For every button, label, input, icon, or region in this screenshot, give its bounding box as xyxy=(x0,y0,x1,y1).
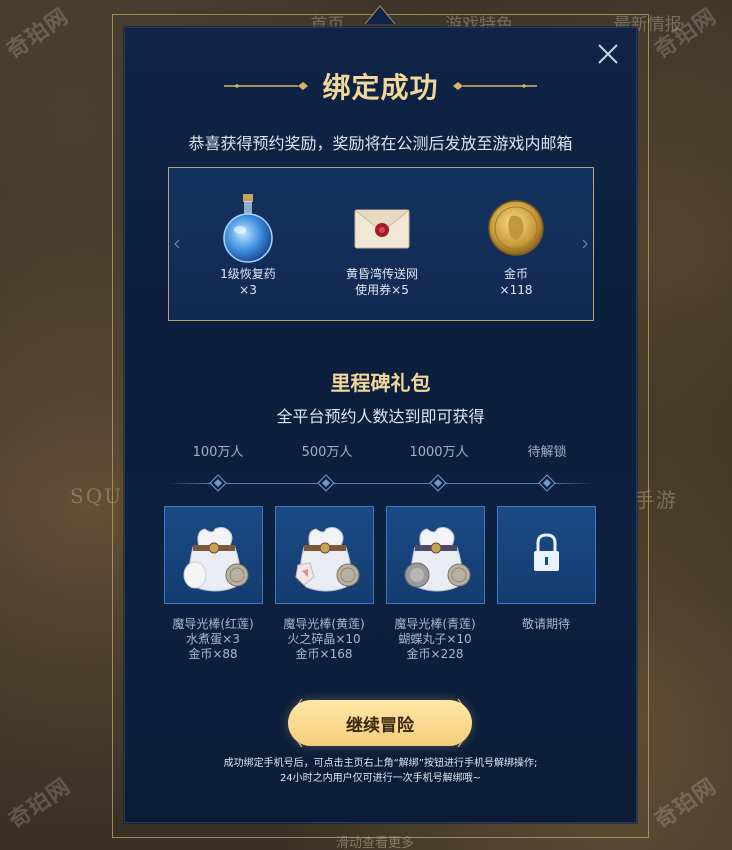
milestone-track xyxy=(168,483,594,484)
pack-line: 魔导光棒(红莲) xyxy=(172,617,254,631)
milestone-pack-locked[interactable] xyxy=(497,506,596,604)
title-left-ornament-icon xyxy=(224,82,309,90)
milestone-subtitle: 全平台预约人数达到即可获得 xyxy=(276,407,485,426)
title-right-ornament-icon xyxy=(452,82,537,90)
potion-icon xyxy=(223,194,273,263)
milestone-pack[interactable] xyxy=(164,506,263,604)
reward-quantity: ×118 xyxy=(499,283,533,297)
pack-description: 魔导光棒(红莲) 水煮蛋×3 金币×88 xyxy=(153,617,273,662)
gift-bag-icon xyxy=(295,526,360,592)
milestone-pack[interactable] xyxy=(386,506,485,604)
pack-line: 火之碎晶×10 xyxy=(287,632,361,646)
pack-line: 金币×88 xyxy=(188,647,238,661)
envelope-icon xyxy=(354,209,410,249)
pack-line: 魔导光棒(黄莲) xyxy=(283,617,365,631)
pack-description: 敬请期待 xyxy=(486,617,606,632)
reward-name: 黄昏湾传送网 xyxy=(345,267,418,281)
gift-bag-icon xyxy=(404,526,471,592)
pack-line: 金币×168 xyxy=(295,647,353,661)
milestone-diamond-icon xyxy=(538,474,556,492)
reward-name: 1级恢复药 xyxy=(220,267,276,281)
pack-line: 蝴蝶丸子×10 xyxy=(398,632,472,646)
milestone-title: 里程碑礼包 xyxy=(330,371,431,395)
milestone-diamond-icon xyxy=(317,474,335,492)
pack-line: 魔导光棒(青莲) xyxy=(394,617,476,631)
modal-subtitle: 恭喜获得预约奖励，奖励将在公测后发放至游戏内邮箱 xyxy=(188,134,573,153)
unbind-note-line: 24小时之内用户仅可进行一次手机号解绑哦~ xyxy=(279,773,482,784)
pack-description: 魔导光棒(青莲) 蝴蝶丸子×10 金币×228 xyxy=(375,617,495,662)
reward-name: 金币 xyxy=(503,267,528,281)
milestone-diamond-icon xyxy=(209,474,227,492)
reward-item: 金币 ×118 xyxy=(456,186,576,298)
milestone-pack[interactable] xyxy=(275,506,374,604)
pack-line: 敬请期待 xyxy=(521,617,570,631)
pack-line: 水煮蛋×3 xyxy=(186,632,240,646)
reward-quantity: 使用券×5 xyxy=(355,283,409,297)
modal-title: 绑定成功 xyxy=(322,71,439,104)
pack-line: 金币×228 xyxy=(406,647,464,661)
arrow-right-icon xyxy=(582,239,588,249)
close-icon[interactable] xyxy=(596,42,620,66)
pack-description: 魔导光棒(黄莲) 火之碎晶×10 金币×168 xyxy=(264,617,384,662)
reward-box: 1级恢复药 ×3 黄昏湾传送网 使用券×5 金币 ×118 xyxy=(168,167,594,321)
unbind-note-line: 成功绑定手机号后，可点击主页右上角“解绑”按钮进行手机号解绑操作; xyxy=(223,758,538,769)
lock-icon xyxy=(534,533,559,571)
milestone-label: 1000万人 xyxy=(409,445,469,460)
reward-item: 黄昏湾传送网 使用券×5 xyxy=(322,186,442,298)
milestone-label: 500万人 xyxy=(301,445,353,460)
modal-title-row: 绑定成功 xyxy=(124,64,637,108)
arrow-left-icon xyxy=(174,239,180,249)
milestone-diamond-icon xyxy=(429,474,447,492)
gift-bag-icon xyxy=(183,526,249,592)
continue-adventure-button[interactable]: 继续冒险 xyxy=(288,700,472,746)
milestone-label: 100万人 xyxy=(192,445,244,460)
reward-item: 1级恢复药 ×3 xyxy=(188,186,308,298)
milestone-label: 待解锁 xyxy=(527,445,567,460)
frame-notch-ornament xyxy=(365,5,395,24)
reward-quantity: ×3 xyxy=(239,283,257,297)
gold-coin-icon xyxy=(488,200,544,256)
